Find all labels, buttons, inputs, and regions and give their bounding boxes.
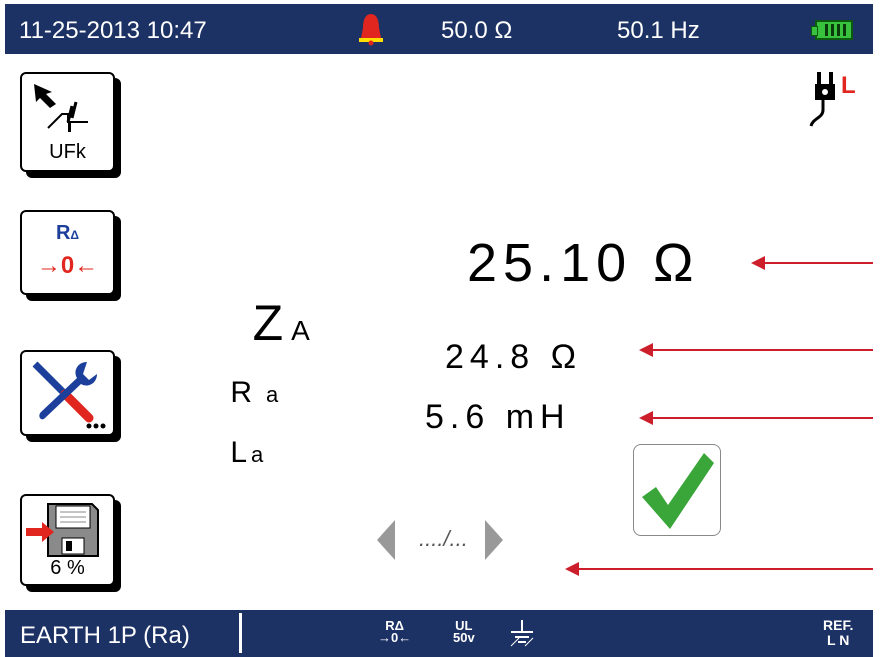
annotation-arrow-ra xyxy=(639,343,873,357)
r-delta-label: RΔ xyxy=(55,222,80,244)
za-value: 25.10 Ω xyxy=(467,233,700,293)
ra-value: 24.8 Ω xyxy=(445,338,583,376)
zero-status-icon: RΔ →0← xyxy=(378,618,412,645)
memory-percent: 6 % xyxy=(50,557,85,579)
annotation-arrow-la xyxy=(639,411,873,425)
ul-limit-icon: UL 50v xyxy=(453,618,475,645)
settings-button[interactable] xyxy=(20,350,115,436)
divider xyxy=(239,613,242,653)
zero-compensation-button[interactable]: RΔ →0← xyxy=(20,210,115,295)
instrument-screen: 11-25-2013 10:47 50.0 Ω 50.1 Hz UFk RΔ →… xyxy=(5,4,873,657)
ref-indicator: REF. L N xyxy=(823,617,854,648)
check-pass-icon xyxy=(642,453,714,529)
earth-icon xyxy=(510,620,534,647)
annotation-arrow-za xyxy=(751,256,873,270)
nav-mid-glyph: ..../... xyxy=(419,526,468,551)
phase-label: L xyxy=(841,72,856,99)
pass-result-box xyxy=(633,444,721,536)
bell-warning-icon xyxy=(359,14,383,46)
tools-icon xyxy=(32,361,106,429)
zero-arrows-icon: →0← xyxy=(36,252,99,279)
mode-label: EARTH 1P (Ra) xyxy=(20,622,190,649)
save-button[interactable]: 6 % xyxy=(20,494,115,586)
date-time: 11-25-2013 10:47 xyxy=(19,17,207,44)
status-bar: 11-25-2013 10:47 50.0 Ω 50.1 Hz xyxy=(5,4,873,54)
frequency-readout: 50.1 Hz xyxy=(617,17,700,44)
bottom-bar: EARTH 1P (Ra) RΔ →0← UL 50v REF. L N xyxy=(5,610,873,657)
arrow-in-icon xyxy=(26,522,54,542)
la-label: La xyxy=(230,436,264,469)
la-value: 5.6 mH xyxy=(425,398,571,436)
ufk-button[interactable]: UFk xyxy=(20,72,115,172)
battery-full-icon xyxy=(811,20,853,40)
ufk-label: UFk xyxy=(49,141,86,163)
triangle-left-icon[interactable] xyxy=(375,518,397,562)
ufk-curve-icon xyxy=(34,84,88,132)
impedance-readout: 50.0 Ω xyxy=(441,17,513,44)
triangle-right-icon[interactable] xyxy=(483,518,505,562)
annotation-arrow-nav xyxy=(565,562,873,576)
